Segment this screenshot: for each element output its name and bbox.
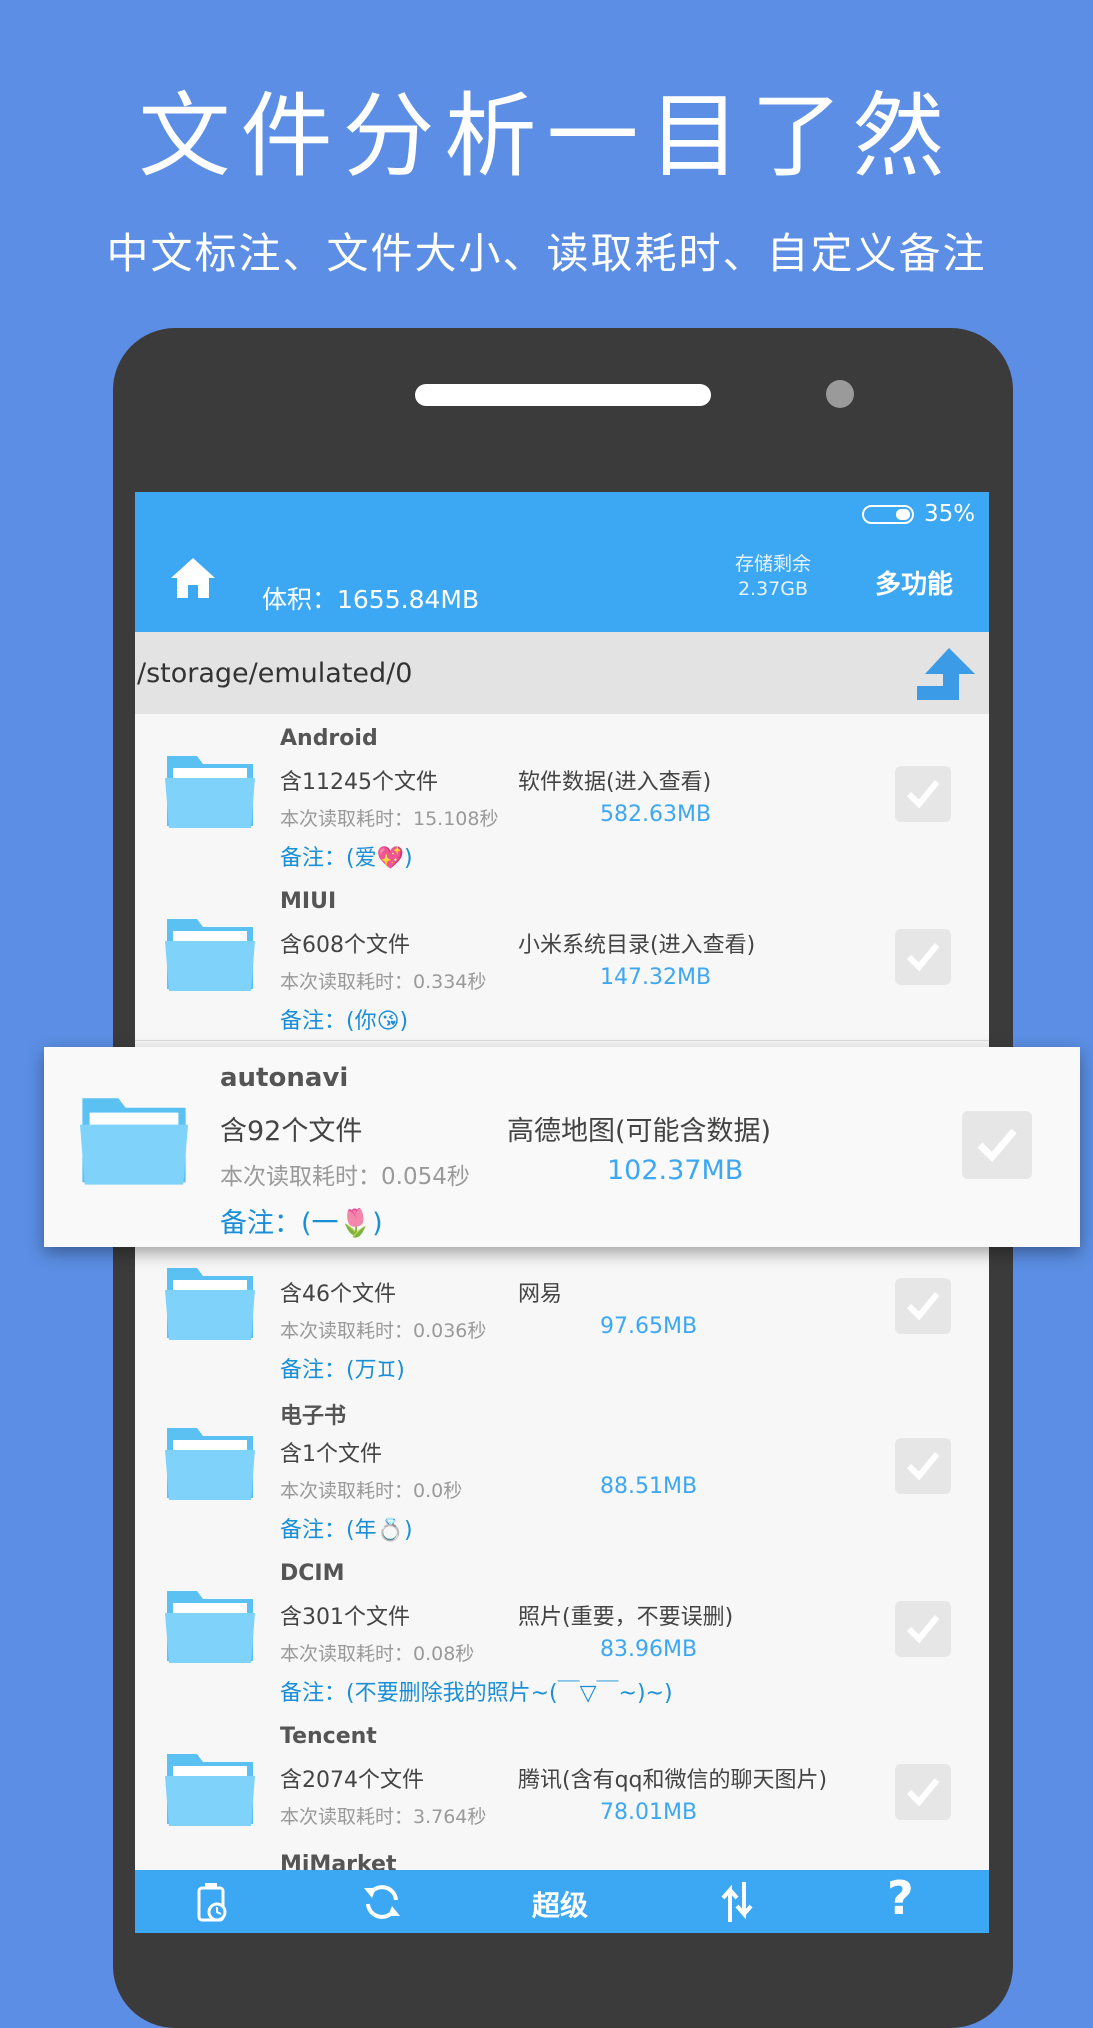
folder-note: 备注：(年💍): [280, 1518, 413, 1543]
total-size-label: 体积：1655.84MB: [262, 585, 480, 614]
file-count: 含1个文件: [280, 1442, 382, 1467]
read-time: 本次读取耗时：0.036秒: [280, 1320, 487, 1342]
folder-icon: [165, 1754, 255, 1826]
checkbox-icon[interactable]: [895, 1601, 951, 1657]
status-bar: 35%: [135, 492, 989, 540]
folder-row[interactable]: Android 含11245个文件 软件数据(进入查看) 本次读取耗时：15.108秒…: [135, 714, 989, 878]
folder-note: 备注：(不要删除我的照片~(￣▽￣~)~): [280, 1681, 673, 1706]
bottom-toolbar: 超级 ?: [135, 1870, 989, 1933]
storage-remaining-label: 存储剩余: [734, 553, 811, 575]
read-time: 本次读取耗时：0.334秒: [280, 971, 487, 993]
highlighted-folder-card[interactable]: autonavi 含92个文件 高德地图(可能含数据) 本次读取耗时：0.054…: [44, 1047, 1080, 1247]
file-count: 含2074个文件: [280, 1768, 424, 1793]
read-time: 本次读取耗时：0.08秒: [280, 1643, 475, 1665]
folder-note: 备注：(你😘): [280, 1009, 409, 1034]
battery-percent: 35%: [924, 501, 976, 527]
app-bar: 体积：1655.84MB 存储剩余 2.37GB 多功能: [135, 540, 989, 632]
folder-size: 97.65MB: [600, 1314, 698, 1339]
folder-row[interactable]: MIUI 含608个文件 小米系统目录(进入查看) 本次读取耗时：0.334秒 147.…: [135, 877, 989, 1041]
phone-camera: [826, 380, 854, 408]
file-count: 含608个文件: [280, 933, 410, 958]
folder-size: 88.51MB: [600, 1474, 698, 1499]
multi-function-button[interactable]: 多功能: [875, 564, 953, 601]
file-count: 含301个文件: [280, 1605, 410, 1630]
file-count: 含92个文件: [220, 1116, 363, 1147]
folder-name: Android: [280, 726, 378, 751]
folder-icon: [165, 1268, 255, 1340]
file-count: 含46个文件: [280, 1282, 396, 1307]
checkbox-icon[interactable]: [962, 1111, 1032, 1179]
promo-subline: 中文标注、文件大小、读取耗时、自定义备注: [106, 229, 987, 278]
phone-speaker: [415, 384, 711, 406]
checkbox-icon[interactable]: [895, 929, 951, 985]
folder-size: 582.63MB: [600, 802, 712, 827]
super-button[interactable]: 超级: [532, 1884, 588, 1924]
help-icon[interactable]: ?: [887, 1875, 931, 1921]
folder-description: 网易: [518, 1282, 563, 1307]
sort-icon[interactable]: [715, 1880, 759, 1924]
folder-name: Tencent: [280, 1724, 377, 1749]
cleaner-icon[interactable]: [189, 1880, 233, 1924]
file-count: 含11245个文件: [280, 770, 438, 795]
folder-description: 照片(重要，不要误删): [518, 1605, 734, 1630]
battery-icon: [862, 505, 914, 524]
storage-remaining-value: 2.37GB: [737, 578, 809, 600]
folder-row[interactable]: 电子书含1个文件本次读取耗时：0.0秒 88.51MB 备注：(年💍): [135, 1386, 989, 1550]
storage-remaining: 存储剩余 2.37GB: [723, 552, 823, 602]
folder-name: MIUI: [280, 889, 337, 914]
folder-description: 高德地图(可能含数据): [507, 1116, 772, 1147]
read-time: 本次读取耗时：3.764秒: [280, 1806, 487, 1828]
folder-size: 102.37MB: [607, 1155, 744, 1186]
folder-icon: [165, 1428, 255, 1500]
refresh-icon[interactable]: [360, 1880, 404, 1924]
path-bar: /storage/emulated/0: [135, 632, 989, 714]
folder-name: 电子书: [280, 1404, 347, 1429]
folder-name: autonavi: [220, 1063, 349, 1093]
folder-size: 83.96MB: [600, 1637, 698, 1662]
folder-description: 小米系统目录(进入查看): [518, 933, 756, 958]
folder-icon: [165, 1591, 255, 1663]
home-icon[interactable]: [169, 554, 217, 602]
checkbox-icon[interactable]: [895, 1278, 951, 1334]
folder-note: 备注：(万♊): [280, 1358, 405, 1383]
read-time: 本次读取耗时：0.0秒: [280, 1480, 463, 1502]
folder-icon: [80, 1098, 188, 1185]
folder-description: 软件数据(进入查看): [518, 770, 712, 795]
up-arrow-icon[interactable]: [913, 644, 977, 704]
checkbox-icon[interactable]: [895, 766, 951, 822]
checkbox-icon[interactable]: [895, 1438, 951, 1494]
promo-headline: 文件分析一目了然: [138, 83, 955, 190]
folder-size: 147.32MB: [600, 965, 712, 990]
current-path: /storage/emulated/0: [137, 658, 413, 689]
read-time: 本次读取耗时：15.108秒: [280, 808, 499, 830]
folder-icon: [165, 756, 255, 828]
folder-note: 备注：(一🌷): [220, 1208, 383, 1239]
folder-name: DCIM: [280, 1561, 345, 1586]
folder-icon: [165, 919, 255, 991]
folder-row[interactable]: DCIM 含301个文件 照片(重要，不要误删) 本次读取耗时：0.08秒 83.96M…: [135, 1549, 989, 1713]
read-time: 本次读取耗时：0.054秒: [220, 1164, 470, 1190]
folder-size: 78.01MB: [600, 1800, 698, 1825]
folder-row[interactable]: 含46个文件 网易本次读取耗时：0.036秒 97.65MB 备注：(万♊): [135, 1226, 989, 1390]
folder-description: 腾讯(含有qq和微信的聊天图片): [518, 1768, 828, 1793]
folder-note: 备注：(爱💖): [280, 846, 413, 871]
checkbox-icon[interactable]: [895, 1764, 951, 1820]
